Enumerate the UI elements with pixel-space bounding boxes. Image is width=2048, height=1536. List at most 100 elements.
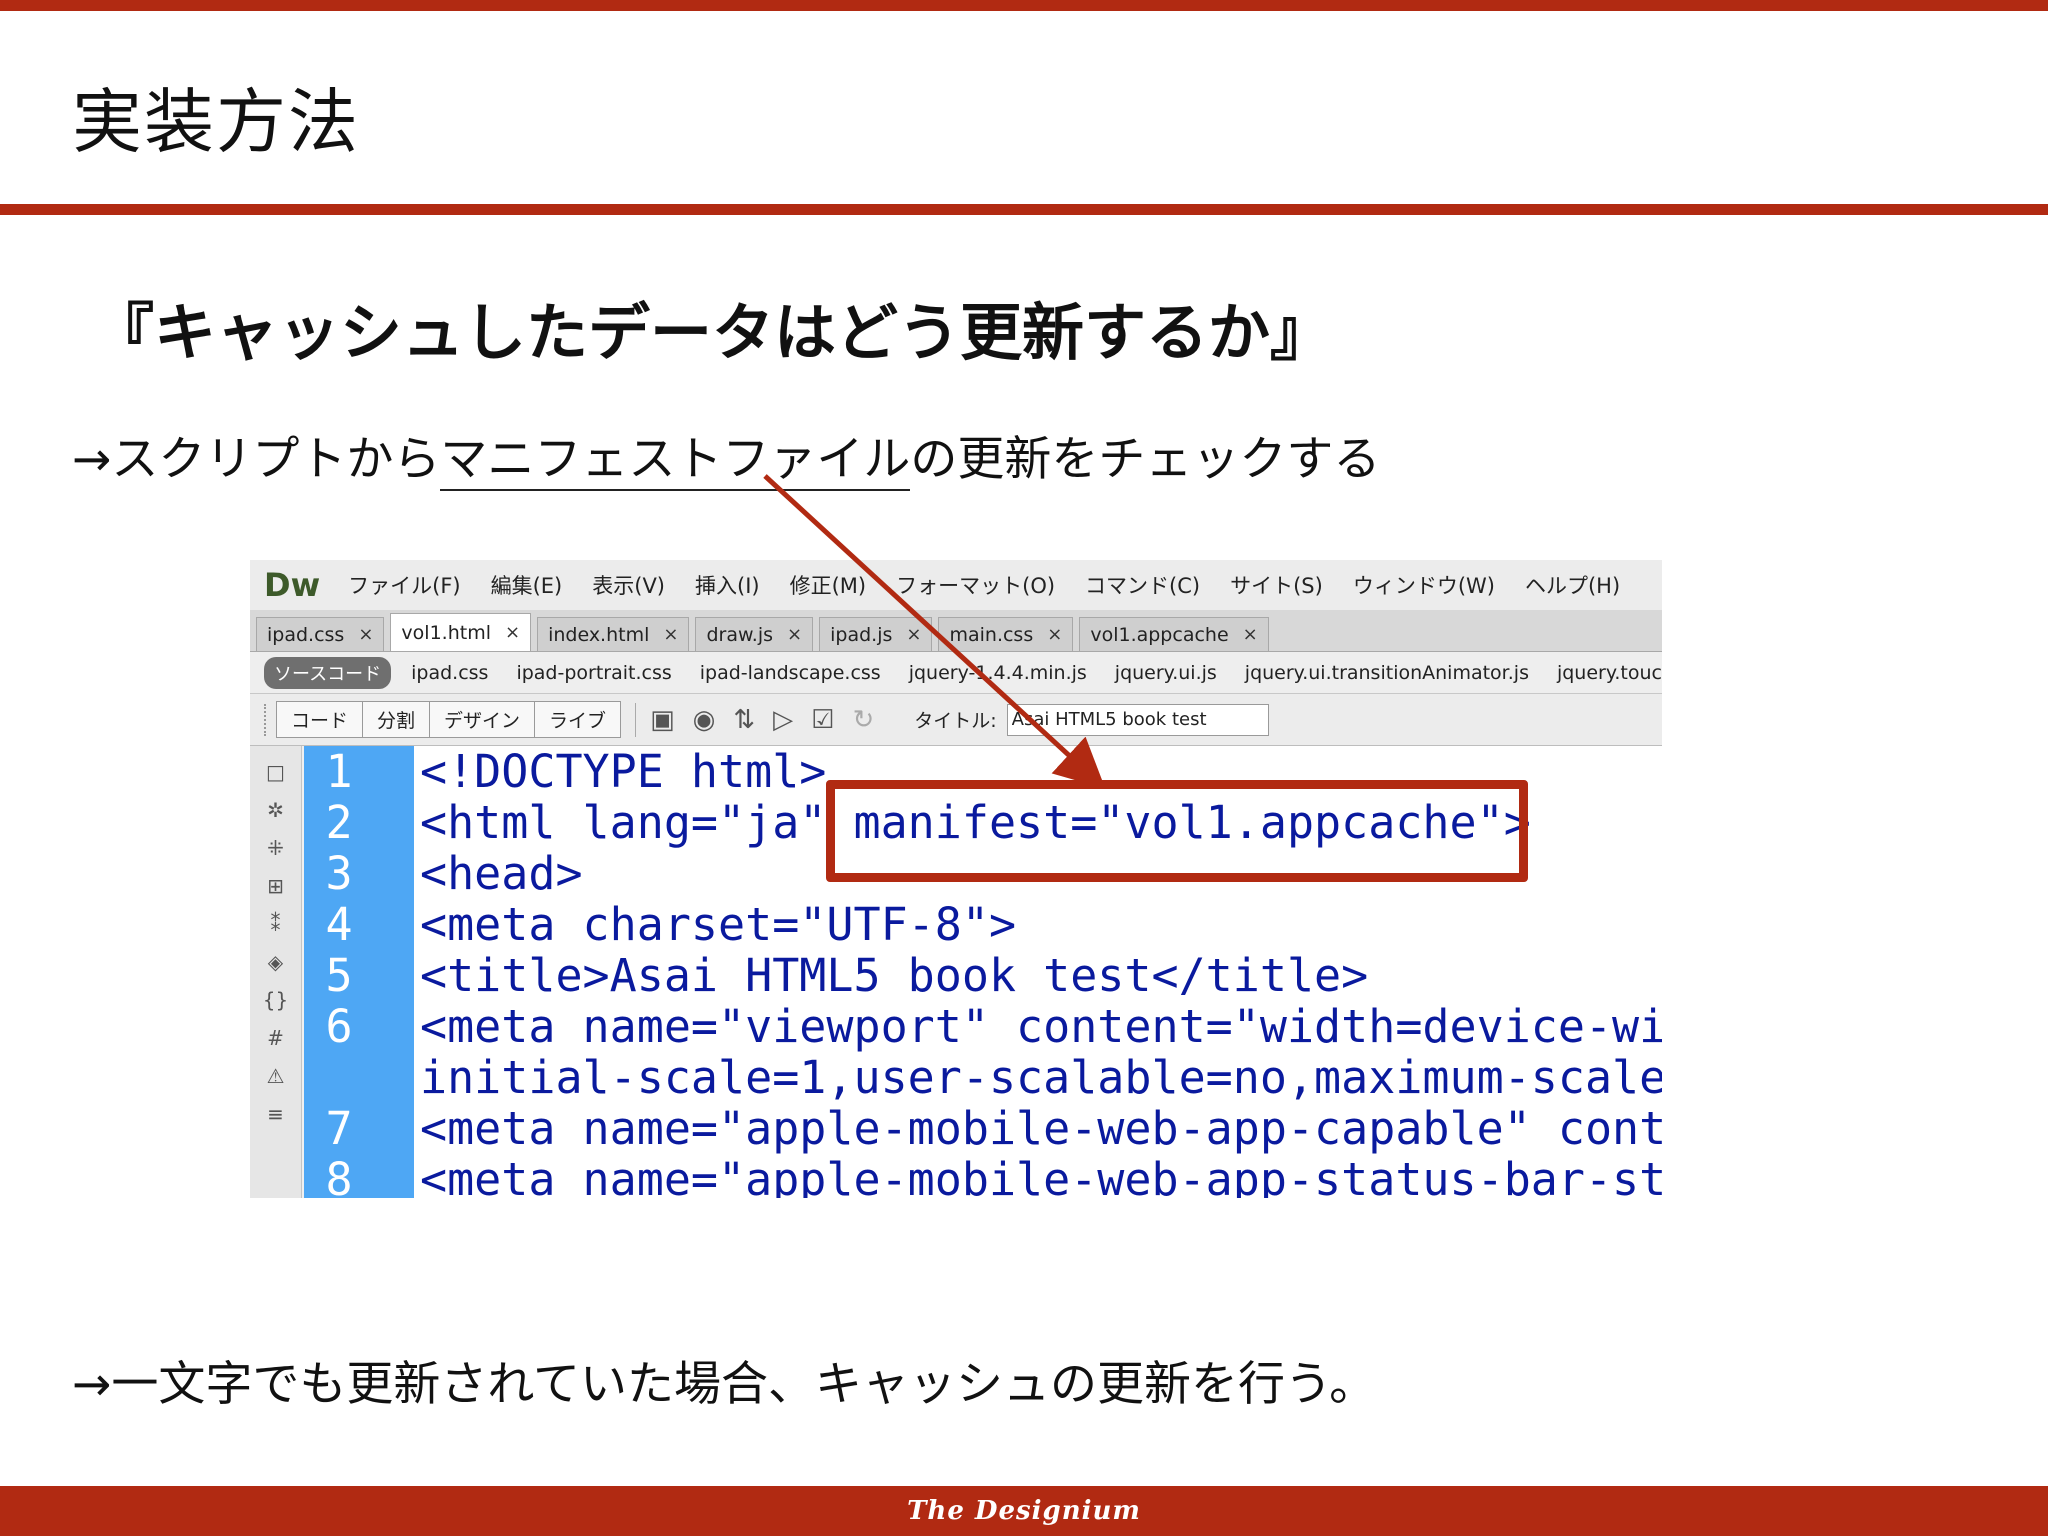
line-number: 7 <box>325 1102 353 1155</box>
title-divider <box>0 204 2048 215</box>
tab-draw-js[interactable]: draw.js × <box>695 617 814 651</box>
menu-insert[interactable]: 挿入(I) <box>695 570 760 600</box>
tab-vol1-html[interactable]: vol1.html × <box>390 613 532 651</box>
close-icon[interactable]: × <box>663 624 678 645</box>
line-number: 1 <box>325 745 353 798</box>
close-icon[interactable]: × <box>787 624 802 645</box>
line-number: 8 <box>325 1153 353 1198</box>
code-view-button[interactable]: コード <box>276 701 364 738</box>
live-view-button[interactable]: ライブ <box>535 701 622 738</box>
bullet-1-suffix: の更新をチェックする <box>910 432 1381 487</box>
bullet-point-2: →一文字でも更新されていた場合、キャッシュの更新を行う。 <box>72 1357 1377 1412</box>
refresh-icon[interactable]: ↻ <box>852 705 874 735</box>
toolbar-separator <box>635 702 637 737</box>
close-icon[interactable]: × <box>358 624 373 645</box>
related-file-transition-animator[interactable]: jquery.ui.transitionAnimator.js <box>1245 662 1529 684</box>
source-code-button[interactable]: ソースコード <box>264 656 392 689</box>
tab-index-html[interactable]: index.html × <box>537 617 690 651</box>
collapse-selection-icon[interactable]: ⊞ <box>267 874 284 898</box>
code-text: <meta name="apple-mobile-web-app-capable… <box>420 1102 1662 1155</box>
code-text: <meta name="apple-mobile-web-app-status-… <box>420 1153 1662 1198</box>
bullet-1-underlined-term: マニフェストファイル <box>440 432 911 491</box>
code-line: 5 <title>Asai HTML5 book test</title> <box>325 949 1662 1002</box>
code-text: <meta name="viewport" content="width=dev… <box>420 1000 1662 1053</box>
code-text: <meta charset="UTF-8"> <box>420 898 1017 951</box>
validate-icon[interactable]: ☑ <box>811 705 834 735</box>
line-numbers-icon[interactable]: # <box>267 1026 284 1050</box>
tab-label: vol1.appcache <box>1090 623 1229 646</box>
split-view-button[interactable]: 分割 <box>363 701 431 738</box>
word-wrap-icon[interactable]: ≡ <box>267 1102 284 1126</box>
tab-label: ipad.css <box>267 623 345 646</box>
menu-commands[interactable]: コマンド(C) <box>1085 570 1200 600</box>
menu-format[interactable]: フォーマット(O) <box>896 570 1055 600</box>
bullet-point-1: →スクリプトからマニフェストファイルの更新をチェックする <box>72 420 1381 491</box>
line-number: 2 <box>325 796 353 849</box>
dreamweaver-logo: Dw <box>264 566 321 604</box>
code-text: <!DOCTYPE html> <box>420 745 827 798</box>
document-toolbar: コード 分割 デザイン ライブ ▣ ◉ ⇅ ▷ ☑ ↻ タイトル: <box>250 694 1662 746</box>
bullet-1-prefix: →スクリプトから <box>72 432 441 487</box>
menu-help[interactable]: ヘルプ(H) <box>1525 570 1620 600</box>
related-files-bar: ソースコード ipad.css ipad-portrait.css ipad-l… <box>250 652 1662 694</box>
manifest-highlight-box <box>826 780 1528 882</box>
menu-bar: Dw ファイル(F) 編集(E) 表示(V) 挿入(I) 修正(M) フォーマッ… <box>250 560 1662 610</box>
slide-headline: 『キャッシュしたデータはどう更新するか』 <box>92 296 1333 369</box>
code-text: <head> <box>420 847 583 900</box>
tab-label: index.html <box>548 623 650 646</box>
menu-window[interactable]: ウィンドウ(W) <box>1353 570 1495 600</box>
document-title-input[interactable] <box>1006 703 1269 736</box>
collapse-tag-icon[interactable]: ⁜ <box>267 836 284 860</box>
gear-icon[interactable]: ✲ <box>267 798 284 822</box>
globe-icon[interactable]: ◉ <box>693 705 716 735</box>
related-file-ipad-css[interactable]: ipad.css <box>411 662 488 684</box>
related-file-ipad-portrait[interactable]: ipad-portrait.css <box>516 662 671 684</box>
code-text: initial-scale=1,user-scalable=no,maximum… <box>420 1051 1662 1104</box>
line-number: 4 <box>325 898 353 951</box>
expand-all-icon[interactable]: ⁑ <box>271 912 281 936</box>
menu-modify[interactable]: 修正(M) <box>790 570 867 600</box>
top-accent-bar <box>0 0 2048 11</box>
code-line: 4 <meta charset="UTF-8"> <box>325 898 1662 951</box>
tab-ipad-css[interactable]: ipad.css × <box>256 617 385 651</box>
design-view-button[interactable]: デザイン <box>430 701 536 738</box>
code-text: <title>Asai HTML5 book test</title> <box>420 949 1369 1002</box>
document-tabs: ipad.css × vol1.html × index.html × draw.js… <box>250 610 1662 652</box>
footer-brand: The Designium <box>907 1496 1141 1526</box>
footer-bar: The Designium <box>0 1486 2048 1536</box>
line-number: 3 <box>325 847 353 900</box>
menu-edit[interactable]: 編集(E) <box>491 570 563 600</box>
related-file-jquery[interactable]: jquery-1.4.4.min.js <box>909 662 1087 684</box>
related-file-jquery-ui[interactable]: jquery.ui.js <box>1115 662 1217 684</box>
select-parent-icon[interactable]: ◈ <box>268 950 283 974</box>
tab-ipad-js[interactable]: ipad.js × <box>819 617 933 651</box>
close-icon[interactable]: × <box>1243 624 1258 645</box>
menu-file[interactable]: ファイル(F) <box>348 570 460 600</box>
document-title-label: タイトル: <box>914 710 997 732</box>
highlight-invalid-icon[interactable]: ⚠ <box>267 1064 285 1088</box>
file-transfer-icon[interactable]: ⇅ <box>733 705 755 735</box>
tab-main-css[interactable]: main.css × <box>938 617 1074 651</box>
multiscreen-icon[interactable]: ▣ <box>650 705 675 735</box>
tab-vol1-appcache[interactable]: vol1.appcache × <box>1079 617 1269 651</box>
line-number: 6 <box>325 1000 353 1053</box>
menu-view[interactable]: 表示(V) <box>592 570 665 600</box>
close-icon[interactable]: × <box>505 622 520 643</box>
preview-icon[interactable]: ▷ <box>773 705 793 735</box>
close-icon[interactable]: × <box>1047 624 1062 645</box>
close-icon[interactable]: × <box>906 624 921 645</box>
code-line: initial-scale=1,user-scalable=no,maximum… <box>414 1052 1662 1103</box>
toolbar-grip[interactable] <box>264 703 270 736</box>
open-document-icon[interactable]: □ <box>266 760 285 784</box>
menu-site[interactable]: サイト(S) <box>1230 570 1323 600</box>
tab-label: ipad.js <box>830 623 893 646</box>
tab-label: vol1.html <box>401 621 491 644</box>
related-file-ipad-landscape[interactable]: ipad-landscape.css <box>700 662 881 684</box>
code-line: 6 <meta name="viewport" content="width=de… <box>325 1000 1662 1053</box>
slide-title: 実装方法 <box>72 81 360 163</box>
code-line: 7 <meta name="apple-mobile-web-app-capabl… <box>325 1102 1662 1155</box>
tab-label: main.css <box>949 623 1034 646</box>
tab-label: draw.js <box>706 623 774 646</box>
related-file-touchswipe[interactable]: jquery.touchSwipe-1 <box>1557 662 1662 684</box>
code-line: 8 <meta name="apple-mobile-web-app-status… <box>325 1153 1662 1198</box>
